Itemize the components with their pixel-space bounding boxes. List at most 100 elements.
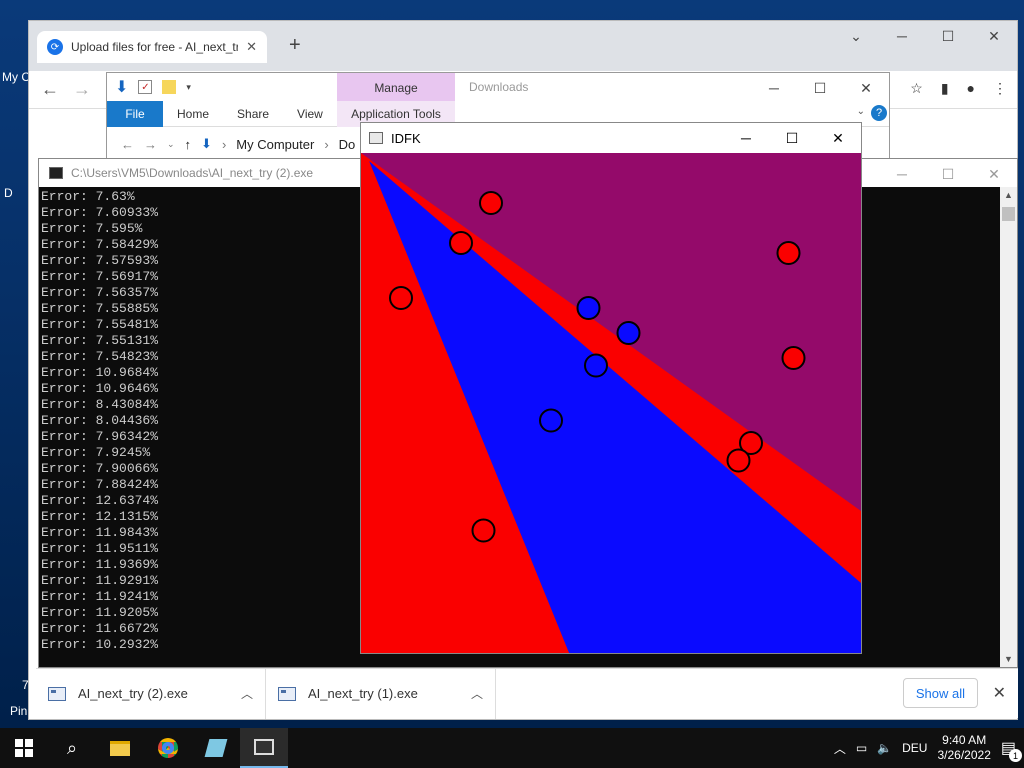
download-item[interactable]: AI_next_try (1).exe ︿	[266, 668, 496, 719]
close-icon[interactable]: ✕	[843, 73, 889, 103]
console-line: Error: 7.58429%	[41, 237, 159, 252]
ribbon-tab-share[interactable]: Share	[223, 107, 283, 121]
clock-date: 3/26/2022	[937, 748, 991, 762]
sidepanel-icon[interactable]: ▮	[941, 80, 949, 97]
ribbon-tab-file[interactable]: File	[107, 100, 163, 127]
classification-canvas	[361, 153, 861, 653]
star-icon[interactable]: ☆	[910, 80, 923, 97]
minimize-icon[interactable]: ─	[879, 159, 925, 189]
console-line: Error: 7.595%	[41, 221, 143, 236]
quick-access-toolbar: ⬇ ✓ ▾	[115, 77, 191, 97]
help-icon[interactable]: ?	[871, 105, 887, 121]
data-point-red	[471, 518, 496, 543]
ribbon-tab-home[interactable]: Home	[163, 107, 223, 121]
start-button[interactable]	[0, 728, 48, 768]
breadcrumb-separator-icon: ›	[221, 136, 227, 152]
clock[interactable]: 9:40 AM 3/26/2022	[937, 733, 990, 763]
console-line: Error: 7.54823%	[41, 349, 159, 364]
console-line: Error: 11.9511%	[41, 541, 159, 556]
ribbon-collapse-icon[interactable]: ⌄	[857, 106, 865, 117]
data-point-red	[726, 448, 751, 473]
up-arrow-icon[interactable]: ↑	[185, 137, 192, 152]
system-tray: ︿ ▭ 🔈 DEU 9:40 AM 3/26/2022 ▤ 1	[834, 728, 1024, 768]
idfk-window-controls: ─ ☐ ✕	[723, 123, 861, 153]
forward-arrow-icon[interactable]: →	[144, 137, 157, 152]
console-line: Error: 7.88424%	[41, 477, 159, 492]
download-arrow-icon[interactable]: ⬇	[115, 77, 128, 97]
console-line: Error: 12.1315%	[41, 509, 159, 524]
chevron-up-icon[interactable]: ︿	[471, 685, 483, 702]
ribbon-tab-view[interactable]: View	[283, 107, 337, 121]
data-point-red	[389, 286, 413, 310]
minimize-icon[interactable]: ─	[751, 73, 797, 103]
properties-icon[interactable]: ✓	[138, 80, 153, 94]
maximize-icon[interactable]: ☐	[769, 123, 815, 153]
new-folder-icon[interactable]	[162, 80, 177, 94]
desktop-icon-label[interactable]: My C	[2, 70, 30, 84]
file-explorer-taskbar-icon[interactable]	[96, 728, 144, 768]
scroll-down-icon[interactable]: ▼	[1000, 654, 1017, 664]
minimize-icon[interactable]: ─	[723, 123, 769, 153]
console-line: Error: 10.9684%	[41, 365, 159, 380]
console-line: Error: 7.55131%	[41, 333, 159, 348]
language-indicator[interactable]: DEU	[902, 741, 927, 755]
manage-tab[interactable]: Manage	[337, 73, 455, 103]
breadcrumb-downloads[interactable]: Do	[339, 137, 356, 152]
desktop-fragment: Pin	[10, 704, 28, 718]
data-point-red	[479, 191, 503, 215]
chevron-up-icon[interactable]: ︿	[241, 685, 253, 702]
console-taskbar-icon[interactable]	[240, 728, 288, 768]
explorer-titlebar: ⬇ ✓ ▾ Manage Downloads ─ ☐ ✕	[107, 73, 889, 103]
console-title: C:\Users\VM5\Downloads\AI_next_try (2).e…	[71, 166, 314, 180]
close-icon[interactable]: ✕	[815, 123, 861, 153]
chevron-up-icon[interactable]: ︿	[834, 740, 846, 757]
menu-kebab-icon[interactable]: ⋮	[993, 80, 1007, 97]
volume-icon[interactable]: 🔈	[877, 741, 892, 755]
app-taskbar-icon[interactable]	[192, 728, 240, 768]
breadcrumb-my-computer[interactable]: My Computer	[236, 137, 314, 152]
minimize-icon[interactable]: ─	[879, 21, 925, 51]
data-point-blue	[576, 296, 601, 320]
dropdown-icon[interactable]: ▾	[186, 82, 191, 93]
chevron-down-icon[interactable]: ⌄	[833, 21, 879, 51]
maximize-icon[interactable]: ☐	[925, 21, 971, 51]
console-line: Error: 10.2932%	[41, 637, 159, 652]
scroll-up-icon[interactable]: ▲	[1000, 190, 1017, 200]
console-line: Error: 7.56357%	[41, 285, 159, 300]
network-icon[interactable]: ▭	[856, 741, 867, 755]
search-icon[interactable]: ⌕	[48, 728, 96, 768]
maximize-icon[interactable]: ☐	[797, 73, 843, 103]
exe-file-icon	[278, 686, 296, 701]
close-icon[interactable]: ✕	[971, 21, 1017, 51]
console-line: Error: 11.9241%	[41, 589, 159, 604]
download-item[interactable]: AI_next_try (2).exe ︿	[36, 668, 266, 719]
console-scrollbar[interactable]: ▲ ▼	[1000, 187, 1017, 667]
explorer-window-controls: ─ ☐ ✕	[751, 73, 889, 103]
notifications-icon[interactable]: ▤ 1	[1001, 738, 1022, 762]
scrollbar-thumb[interactable]	[1002, 207, 1015, 221]
forward-arrow-icon[interactable]: →	[73, 79, 91, 100]
console-line: Error: 7.55481%	[41, 317, 159, 332]
console-line: Error: 7.9245%	[41, 445, 151, 460]
maximize-icon[interactable]: ☐	[925, 159, 971, 189]
profile-avatar-icon[interactable]: ●	[967, 80, 975, 97]
data-point-red	[776, 241, 801, 265]
idfk-titlebar: IDFK ─ ☐ ✕	[361, 123, 861, 153]
console-line: Error: 7.90066%	[41, 461, 159, 476]
new-tab-button[interactable]: +	[289, 34, 301, 57]
close-icon[interactable]: ✕	[971, 159, 1017, 189]
back-arrow-icon[interactable]: ←	[41, 79, 59, 100]
tab-title: Upload files for free - AI_next_try	[71, 40, 239, 54]
show-all-button[interactable]: Show all	[902, 678, 978, 708]
close-download-bar-icon[interactable]: ✕	[993, 683, 1006, 703]
console-line: Error: 7.57593%	[41, 253, 159, 268]
console-line: Error: 7.56917%	[41, 269, 159, 284]
recent-locations-icon[interactable]: ⌄	[167, 139, 175, 150]
console-line: Error: 8.04436%	[41, 413, 159, 428]
browser-tab[interactable]: ⟳ Upload files for free - AI_next_try ✕	[37, 31, 267, 63]
chrome-taskbar-icon[interactable]	[144, 728, 192, 768]
console-line: Error: 11.9369%	[41, 557, 159, 572]
tab-close-icon[interactable]: ✕	[246, 39, 257, 55]
back-arrow-icon[interactable]: ←	[121, 137, 134, 152]
console-line: Error: 8.43084%	[41, 397, 159, 412]
